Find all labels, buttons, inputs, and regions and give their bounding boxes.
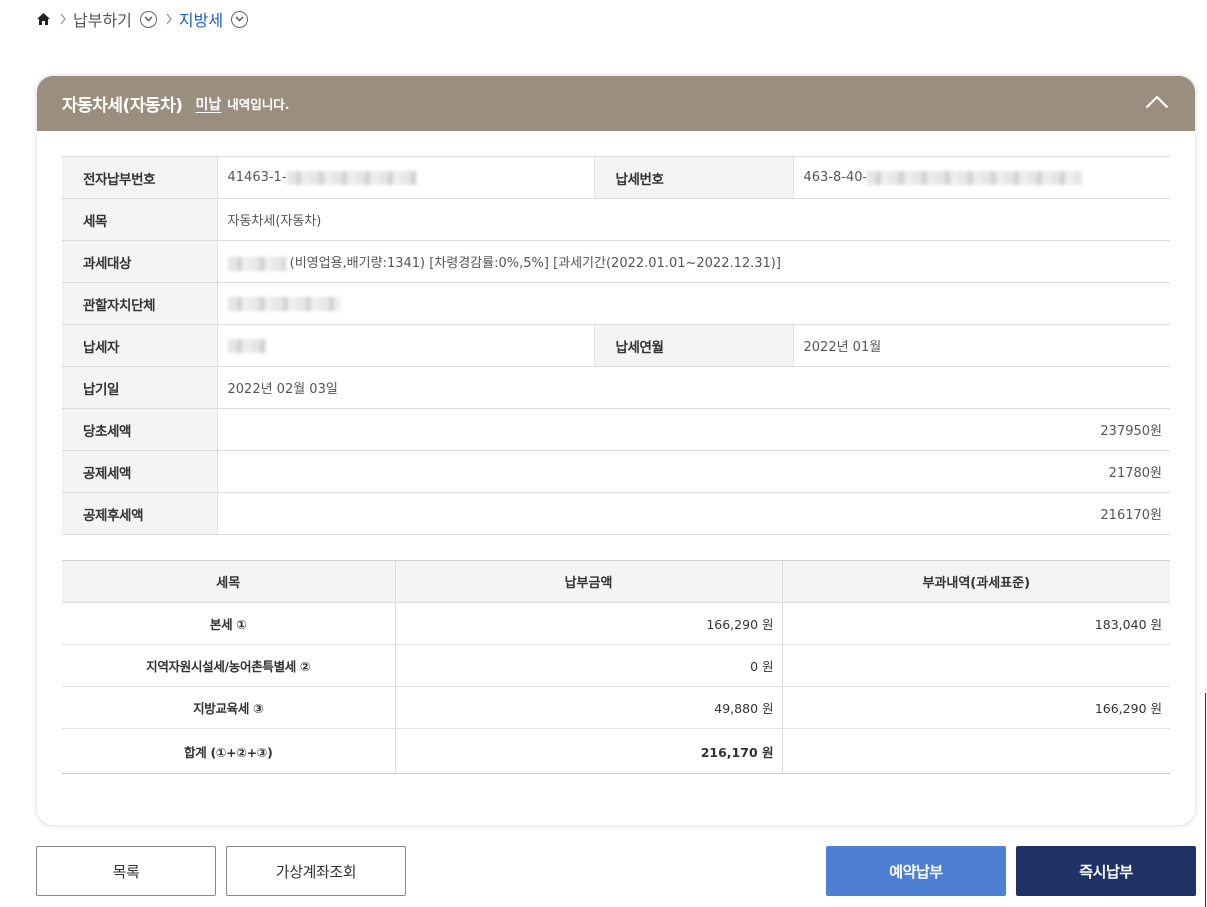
chevron-right-icon <box>59 13 67 25</box>
initial-tax-value: 237950원 <box>216 408 1170 451</box>
table-header-row: 세목 납부금액 부과내역(과세표준) <box>62 560 1170 603</box>
due-date-value: 2022년 02월 03일 <box>216 366 1170 409</box>
chevron-down-circle-icon[interactable] <box>231 10 249 28</box>
tax-detail-card: 자동차세(자동차) 미납 내역입니다. 전자납부번호 41463-1- 납세번호… <box>37 76 1195 825</box>
row-item: 지역자원시설세/농어촌특별세 ② <box>62 644 395 687</box>
deduction-tax-label: 공제세액 <box>62 450 217 493</box>
due-date-label: 납기일 <box>62 366 217 409</box>
home-icon[interactable] <box>35 11 51 27</box>
table-row: 지역자원시설세/농어촌특별세 ② 0 원 <box>62 644 1170 687</box>
taxpayer-value <box>216 324 594 367</box>
taxpayer-label: 납세자 <box>62 324 217 367</box>
tax-year-month-value: 2022년 01월 <box>792 324 1170 367</box>
tax-item-label: 세목 <box>62 198 217 241</box>
tax-target-value: (비영업용,배기량:1341) [차령경감률:0%,5%] [과세기간(2022… <box>216 240 1170 283</box>
tax-item-value: 자동차세(자동차) <box>216 198 1170 241</box>
masked-value <box>867 170 1083 185</box>
row-item: 지방교육세 ③ <box>62 686 395 729</box>
row-base: 166,290 원 <box>781 686 1170 729</box>
breadcrumb: 납부하기 지방세 <box>35 7 249 31</box>
table-row: 전자납부번호 41463-1- 납세번호 463-8-40- <box>62 156 1170 199</box>
chevron-right-icon <box>165 13 173 25</box>
column-header-amount: 납부금액 <box>394 560 782 603</box>
table-row: 납세자 납세연월 2022년 01월 <box>62 324 1170 367</box>
card-title-suffix: 내역입니다. <box>227 97 290 112</box>
card-header: 자동차세(자동차) 미납 내역입니다. <box>37 76 1195 131</box>
total-amount: 216,170 원 <box>394 728 782 774</box>
electronic-payment-number-value: 41463-1- <box>216 156 594 199</box>
total-item: 합계 (①+②+③) <box>62 728 395 774</box>
table-row: 세목 자동차세(자동차) <box>62 198 1170 241</box>
initial-tax-label: 당초세액 <box>62 408 217 451</box>
tax-target-text: (비영업용,배기량:1341) [차령경감률:0%,5%] [과세기간(2022… <box>289 256 781 271</box>
masked-value <box>227 256 286 271</box>
row-amount: 166,290 원 <box>394 602 782 645</box>
table-row: 공제세액 21780원 <box>62 450 1170 493</box>
column-header-item: 세목 <box>62 560 395 603</box>
row-amount: 49,880 원 <box>394 686 782 729</box>
list-button[interactable]: 목록 <box>36 846 216 896</box>
chevron-down-circle-icon[interactable] <box>139 10 157 28</box>
masked-value <box>227 338 266 353</box>
electronic-payment-number-text: 41463-1- <box>227 170 287 185</box>
unpaid-status-label: 미납 <box>195 96 222 113</box>
tax-number-label: 납세번호 <box>593 156 793 199</box>
jurisdiction-label: 관할자치단체 <box>62 282 217 325</box>
table-row: 공제후세액 216170원 <box>62 492 1170 535</box>
masked-value <box>286 170 417 185</box>
table-row: 당초세액 237950원 <box>62 408 1170 451</box>
table-row: 본세 ① 166,290 원 183,040 원 <box>62 602 1170 645</box>
breadcrumb-item-local-tax[interactable]: 지방세 <box>179 7 223 31</box>
card-title: 자동차세(자동차) <box>62 96 183 116</box>
tax-year-month-label: 납세연월 <box>593 324 793 367</box>
chevron-up-icon[interactable] <box>1145 93 1169 111</box>
pay-now-button[interactable]: 즉시납부 <box>1016 846 1196 896</box>
table-row: 납기일 2022년 02월 03일 <box>62 366 1170 409</box>
tax-number-value: 463-8-40- <box>792 156 1170 199</box>
tax-number-text: 463-8-40- <box>803 170 868 185</box>
row-base <box>781 644 1170 687</box>
after-deduction-tax-label: 공제후세액 <box>62 492 217 535</box>
jurisdiction-value <box>216 282 1170 325</box>
virtual-account-lookup-button[interactable]: 가상계좌조회 <box>226 846 406 896</box>
tax-breakdown-table: 세목 납부금액 부과내역(과세표준) 본세 ① 166,290 원 183,04… <box>62 560 1170 774</box>
deduction-tax-value: 21780원 <box>216 450 1170 493</box>
table-row: 과세대상 (비영업용,배기량:1341) [차령경감률:0%,5%] [과세기간… <box>62 240 1170 283</box>
row-amount: 0 원 <box>394 644 782 687</box>
electronic-payment-number-label: 전자납부번호 <box>62 156 217 199</box>
table-row: 관할자치단체 <box>62 282 1170 325</box>
row-base: 183,040 원 <box>781 602 1170 645</box>
row-item: 본세 ① <box>62 602 395 645</box>
tax-target-label: 과세대상 <box>62 240 217 283</box>
table-row: 지방교육세 ③ 49,880 원 166,290 원 <box>62 686 1170 729</box>
total-base <box>781 728 1170 774</box>
table-total-row: 합계 (①+②+③) 216,170 원 <box>62 728 1170 774</box>
masked-value <box>227 296 340 311</box>
reserve-payment-button[interactable]: 예약납부 <box>826 846 1006 896</box>
after-deduction-tax-value: 216170원 <box>216 492 1170 535</box>
scrollbar-edge <box>1205 693 1206 907</box>
column-header-base: 부과내역(과세표준) <box>781 560 1170 603</box>
breadcrumb-item-payment[interactable]: 납부하기 <box>73 7 132 31</box>
tax-info-table: 전자납부번호 41463-1- 납세번호 463-8-40- 세목 자동차세(자… <box>62 156 1170 535</box>
